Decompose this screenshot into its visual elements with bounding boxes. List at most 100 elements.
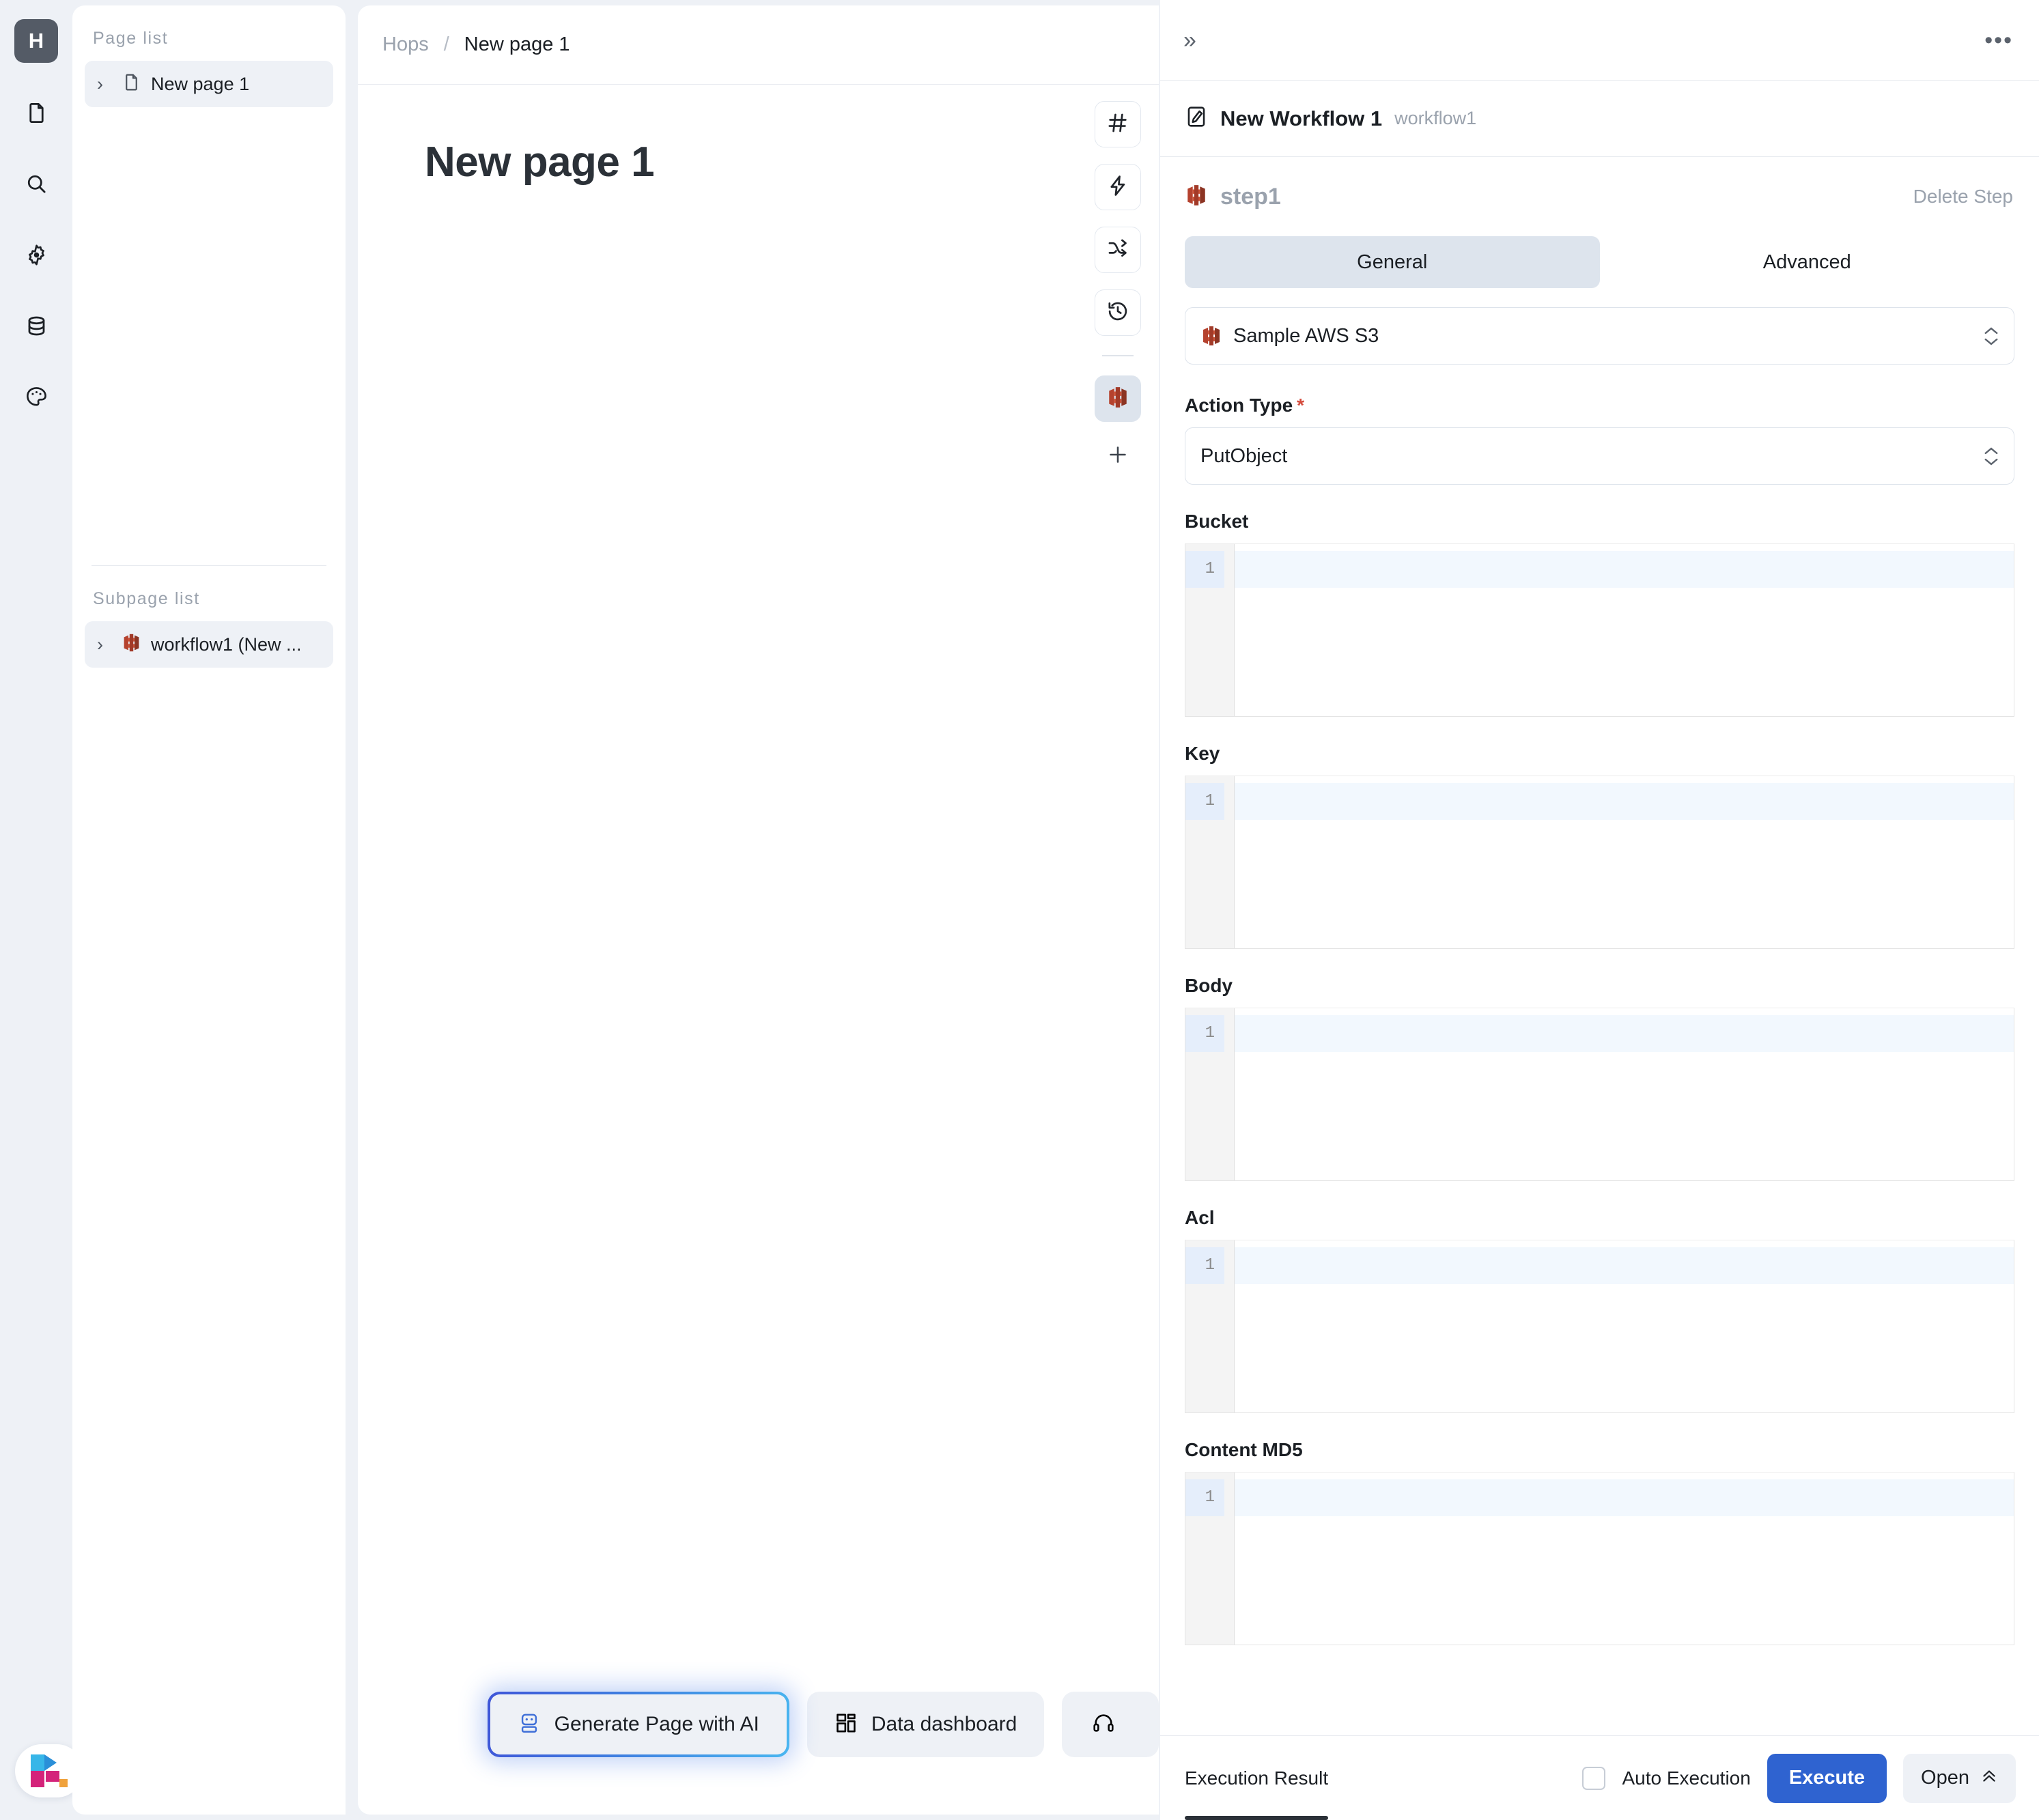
auto-execution-label: Auto Execution (1622, 1767, 1751, 1789)
data-dashboard-button[interactable]: Data dashboard (806, 1692, 1045, 1757)
subpage-list-item[interactable]: › workflow1 (New ... (85, 621, 333, 668)
active-line (1235, 1479, 2014, 1516)
rail-item-data[interactable] (14, 306, 58, 350)
content-md5-code-editor[interactable]: 1 (1185, 1472, 2014, 1645)
active-line (1235, 1015, 2014, 1052)
action-type-value: PutObject (1200, 444, 1288, 467)
aws-s3-icon (1185, 184, 1208, 210)
add-step-button[interactable] (1095, 438, 1141, 474)
line-gutter: 1 (1185, 1473, 1235, 1645)
chevron-right-icon[interactable]: › (97, 635, 112, 654)
canvas-panel: Hops / New page 1 New page 1 Generate Pa… (358, 5, 1159, 1815)
line-number: 1 (1185, 1247, 1224, 1284)
line-gutter: 1 (1185, 1008, 1235, 1180)
edit-square-icon (1185, 105, 1208, 132)
step-header: step1 Delete Step (1160, 157, 2039, 236)
line-gutter: 1 (1185, 544, 1235, 716)
line-gutter: 1 (1185, 1240, 1235, 1412)
code-area[interactable] (1235, 1008, 2014, 1180)
aws-s3-icon (1200, 325, 1222, 347)
page-title: New page 1 (425, 139, 655, 186)
generate-page-with-ai-button[interactable]: Generate Page with AI (488, 1692, 789, 1757)
breadcrumb: Hops / New page 1 (358, 5, 1159, 85)
breadcrumb-current: New page 1 (464, 33, 570, 55)
toolbar-divider (1102, 355, 1134, 356)
tab-general[interactable]: General (1185, 236, 1600, 288)
chevron-double-right-icon[interactable]: » (1183, 29, 1196, 52)
chevron-right-icon[interactable]: › (97, 74, 112, 94)
workflow-slug: workflow1 (1394, 108, 1477, 128)
bucket-label: Bucket (1185, 511, 1249, 532)
code-area[interactable] (1235, 776, 2014, 948)
action-type-label-text: Action Type (1185, 395, 1293, 416)
body-label: Body (1185, 975, 1233, 996)
page-list-spacer (72, 107, 346, 565)
delete-step-button[interactable]: Delete Step (1913, 186, 2013, 208)
page-list-item-label: New page 1 (151, 73, 250, 94)
line-number: 1 (1185, 551, 1224, 588)
chevron-updown-icon (1984, 446, 1999, 466)
tool-variables[interactable] (1095, 101, 1141, 147)
page-list-label: Page list (93, 29, 169, 48)
line-gutter: 1 (1185, 776, 1235, 948)
file-icon (122, 72, 141, 96)
line-number: 1 (1185, 1015, 1224, 1052)
auto-execution-checkbox[interactable] (1582, 1766, 1606, 1790)
canvas-action-bar: Generate Page with AI Data dashboard (358, 1692, 1159, 1757)
aws-s3-icon (122, 633, 141, 656)
tool-events[interactable] (1095, 164, 1141, 210)
gear-icon (25, 243, 48, 270)
page-list-panel: Page list › New page 1 Subpage list › wo… (72, 5, 346, 1815)
acl-label: Acl (1185, 1207, 1215, 1228)
code-area[interactable] (1235, 544, 2014, 716)
open-label: Open (1921, 1767, 1969, 1789)
tool-aws-s3[interactable] (1095, 375, 1141, 422)
canvas-toolbar (1095, 101, 1141, 474)
palette-icon (25, 385, 48, 412)
subpage-list-label: Subpage list (93, 589, 200, 608)
app-logo[interactable]: H (14, 19, 58, 63)
code-area[interactable] (1235, 1240, 2014, 1412)
rail-item-search[interactable] (14, 164, 58, 208)
bolt-icon (1106, 174, 1129, 201)
inspector-footer: Execution Result Auto Execution Execute … (1160, 1735, 2039, 1820)
generate-page-with-ai-label: Generate Page with AI (554, 1713, 759, 1735)
bucket-code-editor[interactable]: 1 (1185, 543, 2014, 717)
dashboard-icon (834, 1711, 858, 1738)
workflow-header: New Workflow 1 workflow1 (1160, 81, 2039, 157)
more-options-icon[interactable]: ••• (1984, 29, 2013, 52)
subpage-list-item-label: workflow1 (New ... (151, 634, 302, 655)
resource-select-value: Sample AWS S3 (1233, 324, 1379, 347)
support-button[interactable] (1062, 1692, 1159, 1757)
resource-select[interactable]: Sample AWS S3 (1185, 307, 2014, 365)
action-type-select[interactable]: PutObject (1185, 427, 2014, 485)
key-label: Key (1185, 743, 1220, 764)
file-icon (25, 101, 48, 128)
rail-item-pages[interactable] (14, 93, 58, 137)
line-number: 1 (1185, 1479, 1224, 1516)
rail-item-settings[interactable] (14, 235, 58, 279)
open-panel-button[interactable]: Open (1903, 1753, 2016, 1803)
chevron-updown-icon (1984, 326, 1999, 346)
aws-s3-icon (1106, 386, 1129, 412)
execution-result-tab[interactable]: Execution Result (1185, 1736, 1329, 1820)
tool-workflows[interactable] (1095, 227, 1141, 273)
plus-icon (1106, 443, 1129, 470)
execute-button[interactable]: Execute (1767, 1753, 1887, 1803)
acl-code-editor[interactable]: 1 (1185, 1240, 2014, 1413)
app-rail: H (0, 0, 83, 1820)
robot-icon (518, 1711, 541, 1738)
breadcrumb-root[interactable]: Hops (382, 33, 429, 56)
rail-item-theme[interactable] (14, 377, 58, 421)
key-code-editor[interactable]: 1 (1185, 776, 2014, 949)
active-line (1235, 551, 2014, 588)
tab-advanced[interactable]: Advanced (1600, 236, 2015, 288)
action-type-label: Action Type * (1185, 395, 2014, 416)
breadcrumb-separator: / (443, 33, 449, 55)
page-list-item[interactable]: › New page 1 (85, 61, 333, 107)
body-code-editor[interactable]: 1 (1185, 1008, 2014, 1181)
active-line (1235, 1247, 2014, 1284)
code-area[interactable] (1235, 1473, 2014, 1645)
tool-history[interactable] (1095, 289, 1141, 336)
workflow-name: New Workflow 1 (1220, 106, 1383, 130)
